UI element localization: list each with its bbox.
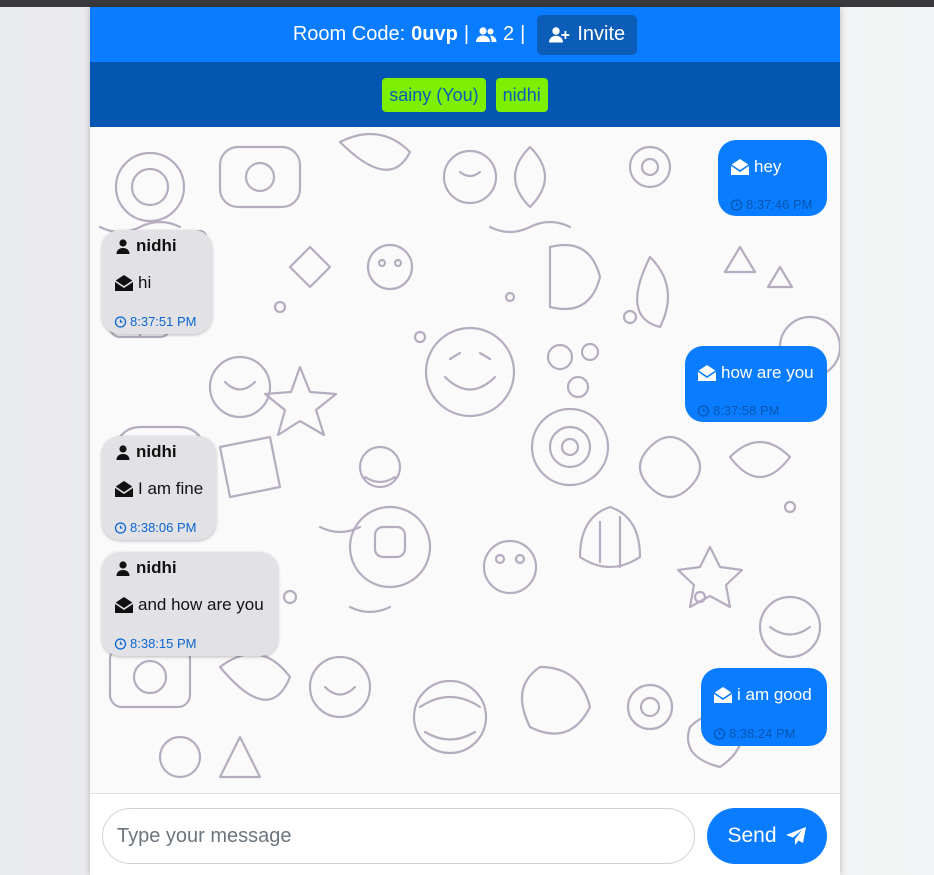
browser-top-strip: [0, 0, 934, 7]
envelope-open-icon: [730, 158, 750, 176]
message-time: 8:38:24 PM: [729, 726, 796, 741]
alarm-clock-icon: [114, 315, 127, 328]
message-text: how are you: [721, 363, 814, 382]
alarm-clock-icon: [730, 198, 743, 211]
message-time: 8:37:58 PM: [713, 403, 780, 418]
user-icon: [116, 444, 130, 460]
message-text: i am good: [737, 685, 812, 704]
participant-chip: sainy (You): [382, 77, 486, 112]
room-code-label: Room Code:: [292, 23, 406, 45]
message-text: hey: [754, 157, 782, 176]
message-time: 8:38:15 PM: [130, 636, 197, 651]
alarm-clock-icon: [697, 404, 710, 417]
envelope-open-icon: [114, 480, 134, 498]
message-text: and how are you: [138, 595, 264, 614]
composer: Send: [90, 793, 840, 875]
separator: |: [463, 23, 470, 45]
chat-app: Room Code: 0uvp | 2 | Invite sainy (You)…: [90, 7, 840, 875]
alarm-clock-icon: [114, 637, 127, 650]
separator: |: [520, 23, 526, 45]
message-time: 8:38:06 PM: [130, 520, 197, 535]
invite-label: Invite: [577, 23, 626, 45]
users-icon: [475, 26, 497, 43]
message-time: 8:37:51 PM: [130, 314, 197, 329]
envelope-open-icon: [713, 686, 733, 704]
invite-button[interactable]: Invite: [537, 14, 638, 55]
sender-name: nidhi: [136, 558, 177, 577]
participants-bar: sainy (You) nidhi: [90, 62, 840, 127]
room-code: 0uvp: [411, 23, 458, 45]
message-list[interactable]: hey 8:37:46 PM nidhi hi 8:37:51 PM how a…: [90, 127, 840, 793]
user-count: 2: [503, 23, 515, 45]
room-header: Room Code: 0uvp | 2 | Invite: [90, 7, 840, 62]
envelope-open-icon: [697, 364, 717, 382]
message-bubble-received: nidhi I am fine 8:38:06 PM: [102, 436, 216, 540]
alarm-clock-icon: [713, 727, 726, 740]
send-label: Send: [727, 824, 777, 847]
message-bubble-received: nidhi and how are you 8:38:15 PM: [102, 552, 278, 656]
message-bubble-sent: hey 8:37:46 PM: [718, 140, 827, 216]
message-time: 8:37:46 PM: [746, 197, 813, 212]
sender-name: nidhi: [136, 442, 177, 461]
sender-name: nidhi: [136, 236, 177, 255]
user-plus-icon: [549, 26, 571, 43]
envelope-open-icon: [114, 596, 134, 614]
paper-plane-icon: [785, 826, 807, 846]
message-text: hi: [138, 273, 152, 292]
alarm-clock-icon: [114, 521, 127, 534]
message-input[interactable]: [102, 808, 695, 864]
participant-chip: nidhi: [495, 77, 548, 112]
user-icon: [116, 238, 130, 254]
message-bubble-sent: i am good 8:38:24 PM: [701, 668, 827, 746]
message-text: I am fine: [138, 479, 204, 498]
message-bubble-sent: how are you 8:37:58 PM: [685, 346, 827, 422]
envelope-open-icon: [114, 274, 134, 292]
send-button[interactable]: Send: [707, 808, 827, 864]
user-icon: [116, 560, 130, 576]
message-bubble-received: nidhi hi 8:37:51 PM: [102, 230, 212, 334]
